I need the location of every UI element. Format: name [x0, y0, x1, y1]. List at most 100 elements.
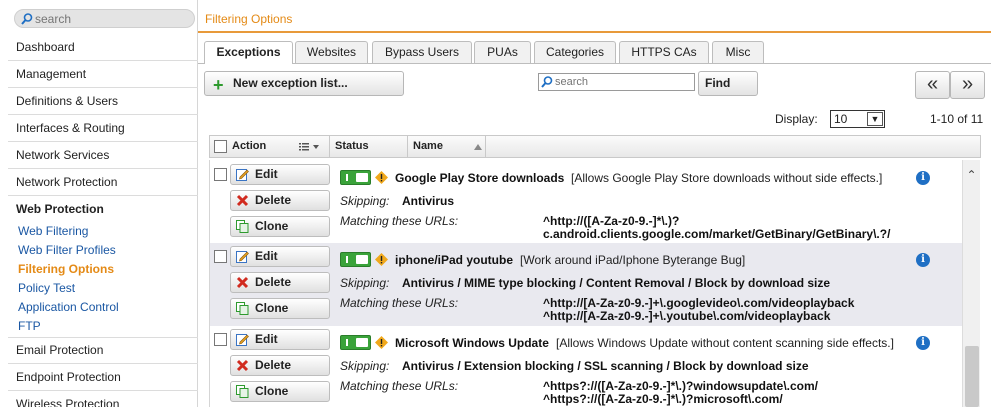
chevron-up-icon[interactable]: ⌃	[963, 168, 980, 184]
next-page-button[interactable]: »	[950, 71, 985, 99]
table-search-input[interactable]	[555, 75, 690, 89]
display-count-select[interactable]: 10 ▼	[830, 110, 885, 128]
search-icon	[21, 13, 33, 25]
subnav-ftp[interactable]: FTP	[18, 317, 41, 335]
find-button[interactable]: Find	[698, 71, 758, 96]
table-row: Edit Delete Clone iphone/iPad youtube [W…	[210, 243, 962, 326]
delete-button[interactable]: Delete	[230, 355, 330, 376]
header-name[interactable]: Name	[413, 136, 443, 157]
new-exception-list-button[interactable]: + New exception list...	[204, 71, 404, 96]
nav-item-network-protection[interactable]: Network Protection	[8, 169, 198, 196]
prev-page-button[interactable]: «	[915, 71, 950, 99]
row-checkbox[interactable]	[214, 250, 227, 263]
tab-bypass-users[interactable]: Bypass Users	[372, 41, 472, 63]
skipping-value: Antivirus / MIME type blocking / Content…	[402, 276, 831, 290]
status-toggle[interactable]	[340, 170, 371, 185]
url-pattern: ^http://[A-Za-z0-9.-]+\.youtube\.com/vid…	[543, 309, 831, 323]
clone-button[interactable]: Clone	[230, 381, 330, 402]
table-header: Action Status Name	[209, 135, 981, 158]
subnav-web-filtering[interactable]: Web Filtering	[18, 222, 88, 240]
edit-icon	[236, 251, 249, 263]
nav-item-definitions-users[interactable]: Definitions & Users	[8, 88, 198, 115]
new-exception-list-label: New exception list...	[233, 76, 348, 90]
tab-https-cas[interactable]: HTTPS CAs	[619, 41, 709, 63]
nav-item-endpoint-protection[interactable]: Endpoint Protection	[8, 364, 198, 391]
status-toggle[interactable]	[340, 335, 371, 350]
sidebar-search-input[interactable]	[35, 11, 190, 26]
tab-misc[interactable]: Misc	[712, 41, 764, 63]
tab-websites[interactable]: Websites	[295, 41, 368, 63]
header-status[interactable]: Status	[335, 136, 369, 157]
exception-description: [Work around iPad/Iphone Byterange Bug]	[520, 253, 746, 267]
info-icon[interactable]: i	[916, 253, 930, 267]
sidebar-search-box[interactable]	[14, 9, 195, 28]
clone-label: Clone	[255, 219, 289, 233]
delete-icon	[236, 276, 249, 289]
subnav-filtering-options[interactable]: Filtering Options	[18, 260, 114, 278]
clone-icon	[236, 385, 249, 398]
matching-label: Matching these URLs:	[340, 379, 459, 393]
subnav-web-filter-profiles[interactable]: Web Filter Profiles	[18, 241, 116, 259]
warning-icon	[375, 171, 388, 184]
clone-icon	[236, 302, 249, 315]
main-panel: Filtering Options Exceptions Websites By…	[198, 0, 1001, 407]
delete-button[interactable]: Delete	[230, 272, 330, 293]
table-scrollbar[interactable]: ⌃	[962, 160, 980, 407]
nav-item-interfaces-routing[interactable]: Interfaces & Routing	[8, 115, 198, 142]
nav-item-network-services[interactable]: Network Services	[8, 142, 198, 169]
table-search-box[interactable]	[538, 73, 695, 91]
header-separator	[407, 136, 408, 157]
scrollbar-thumb[interactable]	[965, 346, 979, 407]
skipping-value: Antivirus / Extension blocking / SSL sca…	[402, 359, 809, 373]
tab-categories[interactable]: Categories	[534, 41, 616, 63]
tab-exceptions[interactable]: Exceptions	[204, 41, 293, 64]
warning-icon	[375, 336, 388, 349]
nav-item-wireless-protection[interactable]: Wireless Protection	[8, 391, 198, 407]
header-separator	[485, 136, 486, 157]
edit-button[interactable]: Edit	[230, 246, 330, 267]
table-body: Edit Delete Clone Google Play Store down…	[209, 160, 981, 407]
column-menu-icon[interactable]	[299, 142, 321, 152]
skipping-label: Skipping:	[340, 194, 390, 208]
tab-puas[interactable]: PUAs	[474, 41, 531, 63]
skipping-value: Antivirus	[402, 194, 455, 208]
warning-icon	[375, 253, 388, 266]
display-label: Display:	[775, 112, 818, 126]
clone-label: Clone	[255, 384, 289, 398]
clone-button[interactable]: Clone	[230, 298, 330, 319]
edit-button[interactable]: Edit	[230, 164, 330, 185]
plus-icon: +	[213, 75, 224, 95]
page-info: 1-10 of 11	[930, 112, 984, 126]
sidebar: Dashboard Management Definitions & Users…	[0, 0, 198, 407]
edit-icon	[236, 169, 249, 181]
url-pattern: ^https?://([A-Za-z0-9.-]*\.)?microsoft\.…	[543, 392, 783, 406]
exception-name: Microsoft Windows Update	[395, 336, 549, 350]
delete-button[interactable]: Delete	[230, 190, 330, 211]
nav-item-email-protection[interactable]: Email Protection	[8, 337, 198, 364]
edit-label: Edit	[255, 167, 278, 181]
nav-item-management[interactable]: Management	[8, 61, 198, 88]
info-icon[interactable]: i	[916, 171, 930, 185]
edit-label: Edit	[255, 332, 278, 346]
edit-button[interactable]: Edit	[230, 329, 330, 350]
row-checkbox[interactable]	[214, 333, 227, 346]
subnav-application-control[interactable]: Application Control	[18, 298, 119, 316]
clone-button[interactable]: Clone	[230, 216, 330, 237]
nav-item-dashboard[interactable]: Dashboard	[8, 34, 198, 61]
subnav-policy-test[interactable]: Policy Test	[18, 279, 75, 297]
status-toggle[interactable]	[340, 252, 371, 267]
edit-label: Edit	[255, 249, 278, 263]
delete-icon	[236, 194, 249, 207]
nav-item-web-protection[interactable]: Web Protection	[8, 196, 198, 223]
table-row: Edit Delete Clone Google Play Store down…	[210, 160, 962, 243]
info-icon[interactable]: i	[916, 336, 930, 350]
row-checkbox[interactable]	[214, 168, 227, 181]
matching-label: Matching these URLs:	[340, 214, 459, 228]
exception-description: [Allows Windows Update without content s…	[556, 336, 894, 350]
chevron-down-icon: ▼	[867, 112, 883, 126]
url-pattern: c.android.clients.google.com/market/GetB…	[543, 227, 891, 241]
skipping-label: Skipping:	[340, 359, 390, 373]
select-all-checkbox[interactable]	[214, 140, 227, 153]
display-count-value: 10	[834, 112, 848, 126]
header-action[interactable]: Action	[232, 136, 266, 157]
